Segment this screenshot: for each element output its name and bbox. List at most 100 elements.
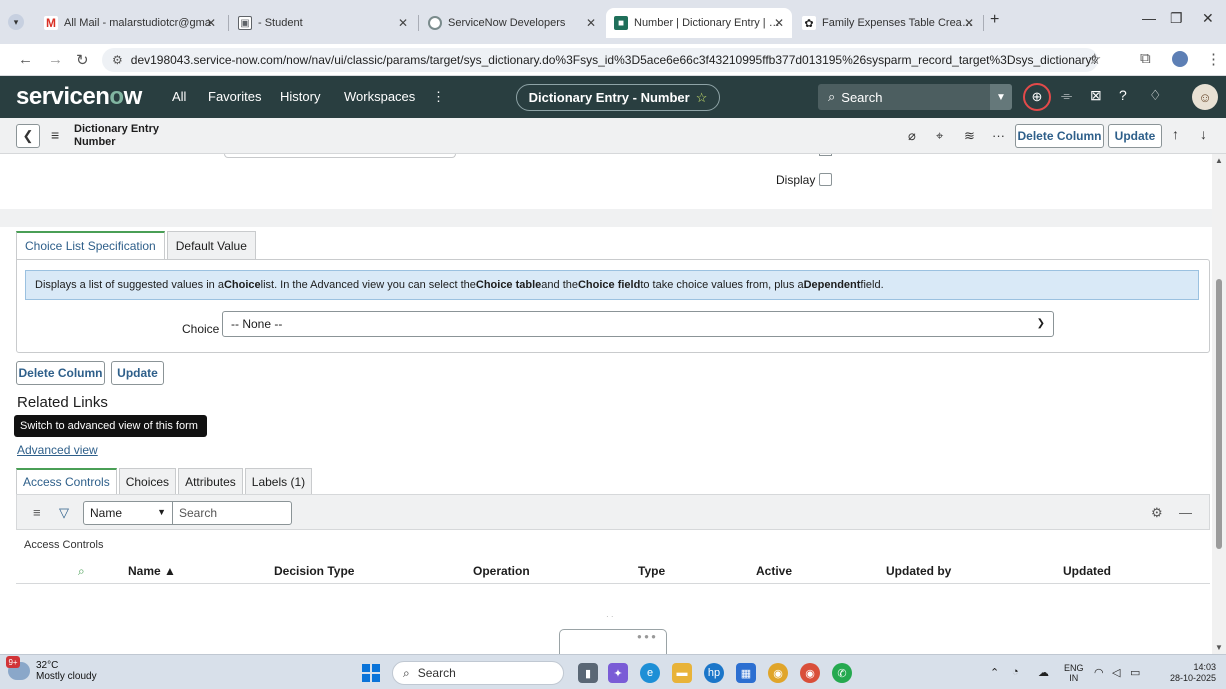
tab-dropdown-button[interactable]: ▾ — [4, 10, 28, 34]
bell-icon[interactable]: ♢ — [1149, 87, 1162, 104]
tab-labels[interactable]: Labels (1) — [244, 468, 313, 494]
arrow-up-icon[interactable]: ↑ — [1172, 126, 1179, 142]
wifi-icon[interactable]: ◠ — [1094, 666, 1104, 679]
menu-workspaces[interactable]: Workspaces — [344, 89, 415, 104]
new-tab-button[interactable]: + — [990, 11, 999, 29]
language-indicator[interactable]: ENG IN — [1064, 663, 1084, 683]
update-button[interactable]: Update — [111, 361, 164, 385]
close-icon[interactable]: ✕ — [586, 16, 596, 30]
filter-icon[interactable]: ▽ — [59, 505, 69, 521]
hp-icon[interactable]: hp — [704, 663, 724, 683]
servicenow-logo[interactable]: servicenow — [16, 83, 142, 111]
help-icon[interactable]: ? — [1119, 87, 1127, 103]
whatsapp-icon[interactable]: ✆ — [832, 663, 852, 683]
copilot-icon[interactable]: ✦ — [608, 663, 628, 683]
filter-field-select[interactable]: Name ▼ — [83, 501, 173, 525]
profile-avatar-icon[interactable] — [1172, 51, 1188, 67]
extensions-icon[interactable]: ⧉ — [1140, 50, 1151, 67]
edge-icon[interactable]: e — [640, 663, 660, 683]
taskbar-search-input[interactable]: ⌕ Search — [392, 661, 564, 685]
more-menu-icon[interactable]: ⋮ — [432, 89, 445, 105]
browser-tab-student[interactable]: ▣ - Student ✕ — [230, 8, 416, 38]
activity-icon[interactable]: ⌖ — [936, 128, 943, 144]
inbox-icon[interactable]: ⊠ — [1090, 87, 1102, 104]
choice-select[interactable]: -- None -- ❯ — [222, 311, 1054, 337]
back-arrow-icon[interactable]: ← — [18, 51, 33, 68]
tray-app-icon[interactable]: ◔ — [1012, 666, 1019, 678]
column-operation[interactable]: Operation — [473, 564, 530, 578]
globe-icon[interactable]: ⊕ — [1023, 83, 1051, 111]
settings-sliders-icon[interactable]: ≋ — [964, 128, 975, 144]
browser-tab-dictionary-entry[interactable]: ■ Number | Dictionary Entry | Serv ✕ — [606, 8, 792, 38]
attachment-icon[interactable]: ⌀ — [908, 128, 916, 144]
display-checkbox[interactable] — [819, 173, 832, 186]
tray-cloud-icon[interactable]: ☁ — [1038, 666, 1049, 679]
tray-chevron-up-icon[interactable]: ⌃ — [990, 666, 999, 679]
collapse-icon[interactable]: — — [1179, 505, 1192, 520]
column-updated[interactable]: Updated — [1063, 564, 1111, 578]
chevron-down-icon[interactable]: ▼ — [990, 84, 1012, 110]
minimize-icon[interactable]: — — [1142, 10, 1156, 26]
window-close-icon[interactable]: ✕ — [1202, 10, 1214, 27]
page-scrollbar[interactable]: ▲ ▼ — [1212, 154, 1226, 654]
browser-tab-gmail[interactable]: M All Mail - malarstudiotcr@gma ✕ — [36, 8, 224, 38]
menu-all[interactable]: All — [172, 89, 186, 104]
delete-column-button-top[interactable]: Delete Column — [1015, 124, 1104, 148]
store-icon[interactable]: ▦ — [736, 663, 756, 683]
close-icon[interactable]: ✕ — [206, 16, 216, 30]
tab-default-value[interactable]: Default Value — [166, 231, 256, 259]
list-menu-icon[interactable]: ≡ — [33, 505, 41, 520]
advanced-view-link[interactable]: Advanced view — [17, 443, 98, 457]
restore-icon[interactable]: ❐ — [1170, 10, 1183, 27]
forward-arrow-icon[interactable]: → — [48, 51, 63, 68]
update-button-top[interactable]: Update — [1108, 124, 1162, 148]
avatar[interactable]: ☺ — [1192, 84, 1218, 110]
browser-tab-servicenow-developers[interactable]: ServiceNow Developers ✕ — [420, 8, 604, 38]
more-options-icon[interactable]: ··· — [992, 128, 1005, 143]
tab-choice-list-specification[interactable]: Choice List Specification — [16, 231, 165, 259]
scroll-up-icon[interactable]: ▲ — [1215, 156, 1223, 165]
partial-checkbox[interactable] — [819, 154, 832, 156]
site-settings-icon[interactable]: ⚙ — [112, 53, 123, 67]
column-name[interactable]: Name ▲ — [128, 564, 176, 578]
gear-icon[interactable]: ⚙ — [1151, 505, 1163, 521]
column-type[interactable]: Type — [638, 564, 665, 578]
column-search-icon[interactable]: ⌕ — [78, 564, 85, 579]
windows-start-icon[interactable] — [362, 664, 380, 682]
column-active[interactable]: Active — [756, 564, 792, 578]
partial-field[interactable] — [224, 154, 456, 158]
file-explorer-icon[interactable]: ▬ — [672, 663, 692, 683]
url-field[interactable]: ⚙ dev198043.service-now.com/now/nav/ui/c… — [102, 48, 1098, 72]
tab-attributes[interactable]: Attributes — [178, 468, 243, 494]
tab-choices[interactable]: Choices — [118, 468, 177, 494]
browser-tab-family-expenses[interactable]: ✿ Family Expenses Table Creation ✕ — [794, 8, 982, 38]
context-pill[interactable]: Dictionary Entry - Number ☆ — [516, 84, 720, 111]
scroll-thumb[interactable] — [1216, 279, 1222, 549]
close-icon[interactable]: ✕ — [774, 16, 784, 30]
tab-access-controls[interactable]: Access Controls — [16, 468, 117, 494]
favorite-star-icon[interactable]: ☆ — [696, 90, 708, 106]
chat-icon[interactable]: ⌯ — [1061, 87, 1072, 104]
scroll-down-icon[interactable]: ▼ — [1215, 643, 1223, 652]
clock[interactable]: 14:03 28-10-2025 — [1160, 662, 1216, 684]
column-updated-by[interactable]: Updated by — [886, 564, 951, 578]
browser-menu-icon[interactable]: ⋮ — [1206, 50, 1221, 68]
bookmark-star-icon[interactable]: ☆ — [1088, 50, 1101, 68]
delete-column-button[interactable]: Delete Column — [16, 361, 105, 385]
menu-history[interactable]: History — [280, 89, 320, 104]
chrome-icon[interactable]: ◉ — [768, 663, 788, 683]
chrome-active-icon[interactable]: ◉ — [800, 663, 820, 683]
menu-favorites[interactable]: Favorites — [208, 89, 261, 104]
close-icon[interactable]: ✕ — [398, 16, 408, 30]
battery-icon[interactable]: ▭ — [1130, 666, 1140, 679]
volume-icon[interactable]: ◁ — [1112, 666, 1120, 679]
global-search-input[interactable]: ⌕ Search ▼ — [818, 84, 1012, 110]
reload-icon[interactable]: ↻ — [76, 51, 89, 69]
close-icon[interactable]: ✕ — [964, 16, 974, 30]
list-search-input[interactable]: Search — [172, 501, 292, 525]
form-context-menu-icon[interactable]: ≡ — [51, 127, 59, 143]
arrow-down-icon[interactable]: ↓ — [1200, 126, 1207, 142]
column-decision-type[interactable]: Decision Type — [274, 564, 354, 578]
weather-widget[interactable]: 9+ 32°C Mostly cloudy — [6, 656, 97, 682]
back-button[interactable]: ❮ — [16, 124, 40, 148]
